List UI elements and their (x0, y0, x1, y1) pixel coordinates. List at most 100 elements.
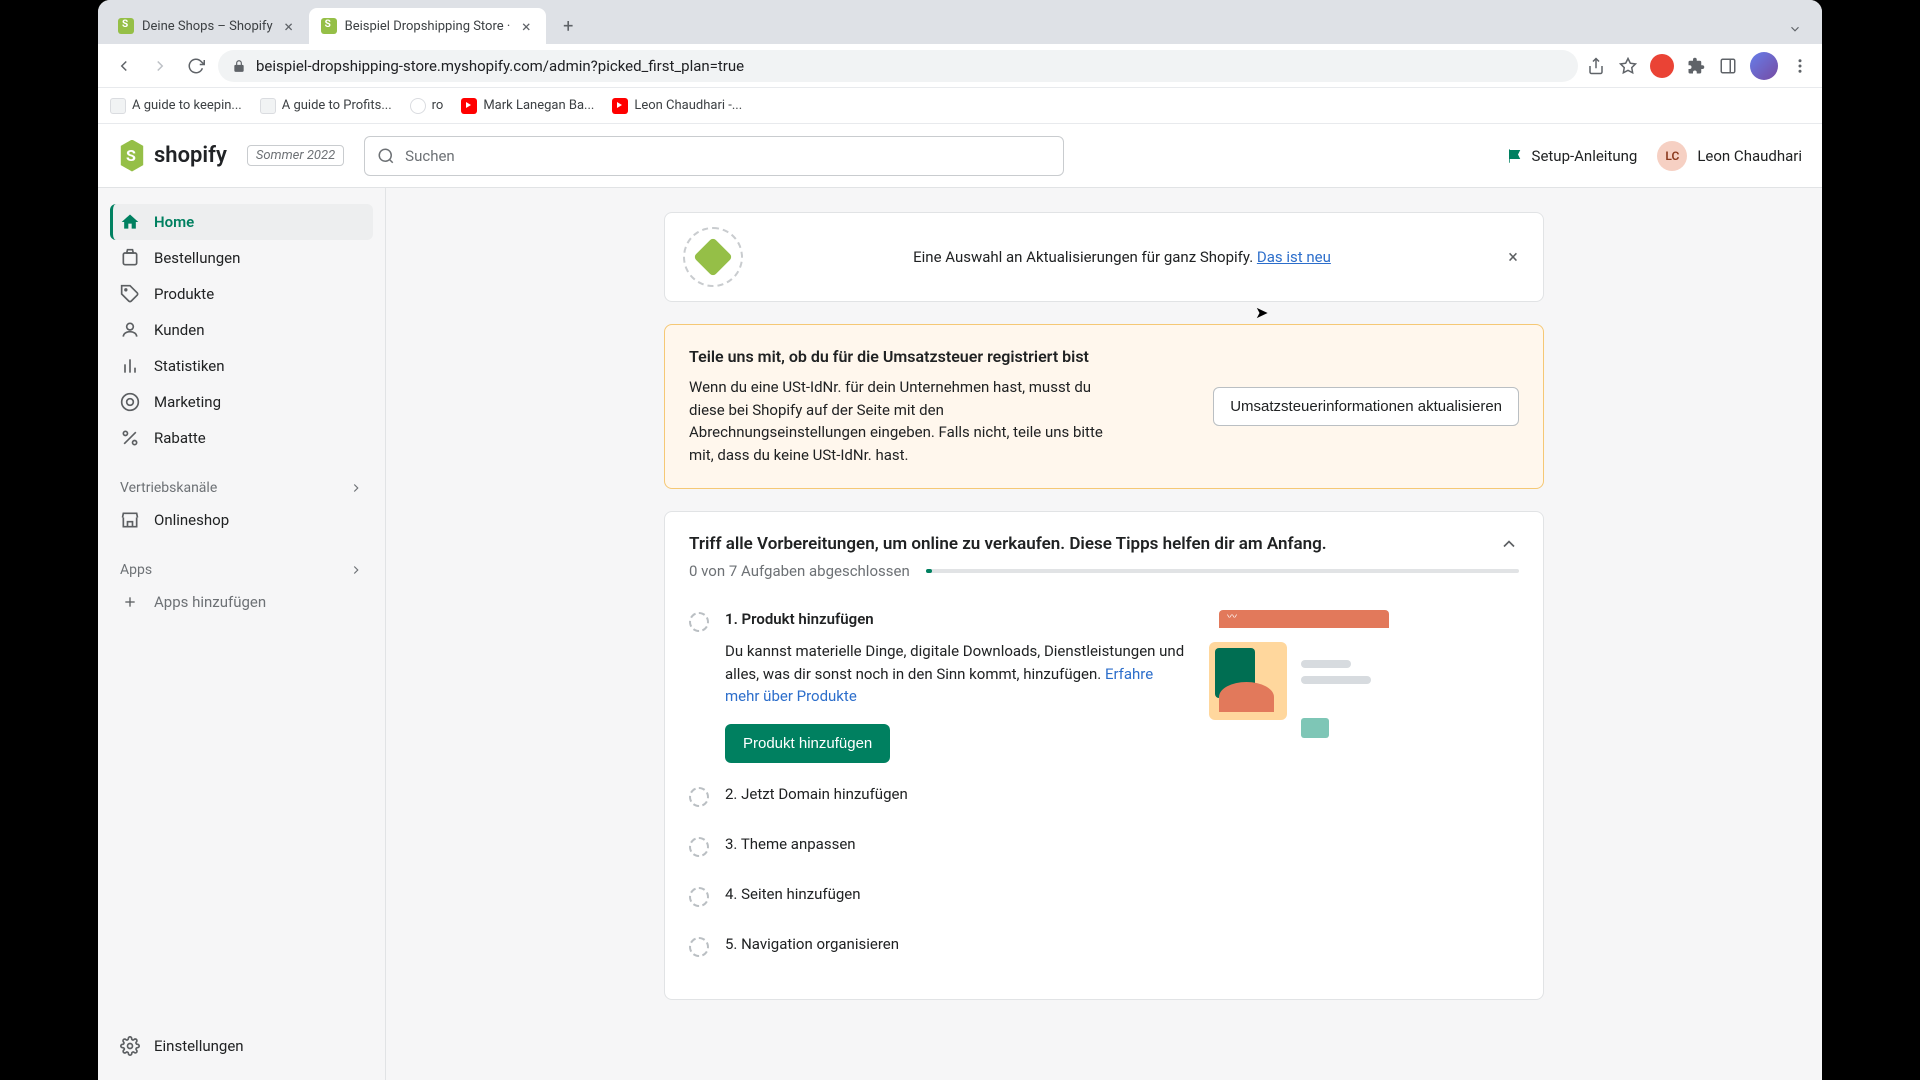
tabs-dropdown-icon[interactable] (1776, 22, 1814, 36)
task-bullet-icon (689, 837, 709, 857)
task-title: 3. Theme anpassen (725, 835, 856, 857)
setup-guide-link[interactable]: Setup-Anleitung (1506, 147, 1638, 165)
setup-task[interactable]: 1. Produkt hinzufügen Du kannst materiel… (689, 602, 1519, 771)
task-bullet-icon (689, 937, 709, 957)
url-text: beispiel-dropshipping-store.myshopify.co… (256, 57, 744, 75)
share-icon[interactable] (1586, 56, 1606, 76)
discounts-icon (120, 428, 140, 448)
search-placeholder: Suchen (405, 147, 455, 165)
extensions-icon[interactable] (1686, 56, 1706, 76)
sidebar-section-channels[interactable]: Vertriebskanäle (110, 474, 373, 502)
url-field[interactable]: beispiel-dropshipping-store.myshopify.co… (218, 50, 1578, 82)
search-icon (377, 147, 395, 165)
browser-tabs-bar: Deine Shops – Shopify × Beispiel Dropshi… (98, 0, 1822, 44)
analytics-icon (120, 356, 140, 376)
shopify-header: shopify Sommer 2022 Suchen Setup-Anleitu… (98, 124, 1822, 188)
sidebar-item-orders[interactable]: Bestellungen (110, 240, 373, 276)
address-bar: beispiel-dropshipping-store.myshopify.co… (98, 44, 1822, 88)
favicon-shopify-icon (118, 18, 134, 34)
sidebar-item-discounts[interactable]: Rabatte (110, 420, 373, 456)
setup-task[interactable]: 3. Theme anpassen (689, 821, 1519, 871)
browser-tab-active[interactable]: Beispiel Dropshipping Store · × (309, 8, 547, 44)
bookmark-item[interactable]: Leon Chaudhari -... (612, 98, 742, 114)
banner-link[interactable]: Das ist neu (1257, 248, 1331, 266)
tax-card-description: Wenn du eine USt-IdNr. für dein Unterneh… (689, 376, 1119, 466)
site-icon (410, 98, 426, 114)
setup-task[interactable]: 4. Seiten hinzufügen (689, 871, 1519, 921)
tab-title: Beispiel Dropshipping Store · (345, 19, 511, 34)
orders-icon (120, 248, 140, 268)
sidebar-item-settings[interactable]: Einstellungen (110, 1028, 373, 1064)
search-input[interactable]: Suchen (364, 136, 1064, 176)
tab-close-icon[interactable]: × (518, 18, 534, 34)
browser-menu-icon[interactable] (1790, 56, 1810, 76)
user-menu[interactable]: LC Leon Chaudhari (1657, 141, 1802, 171)
doc-icon (260, 98, 276, 114)
sidebar-section-apps[interactable]: Apps (110, 556, 373, 584)
sidebar-item-marketing[interactable]: Marketing (110, 384, 373, 420)
bookmark-item[interactable]: ro (410, 98, 444, 114)
task-title: 1. Produkt hinzufügen (725, 610, 1185, 628)
sidebar-item-onlineshop[interactable]: Onlineshop (110, 502, 373, 538)
sidebar-add-apps[interactable]: Apps hinzufügen (110, 584, 373, 620)
progress-text: 0 von 7 Aufgaben abgeschlossen (689, 562, 910, 580)
customers-icon (120, 320, 140, 340)
task-bullet-icon (689, 612, 709, 632)
setup-title: Triff alle Vorbereitungen, um online zu … (689, 534, 1327, 554)
editions-badge-icon (683, 227, 743, 287)
nav-forward-button[interactable] (146, 52, 174, 80)
tab-title: Deine Shops – Shopify (142, 19, 273, 34)
nav-reload-button[interactable] (182, 52, 210, 80)
banner-text: Eine Auswahl an Aktualisierungen für gan… (759, 248, 1485, 266)
tax-card: Teile uns mit, ob du für die Umsatzsteue… (664, 324, 1544, 489)
add-product-button[interactable]: Produkt hinzufügen (725, 724, 890, 763)
setup-card: Triff alle Vorbereitungen, um online zu … (664, 511, 1544, 1000)
logo-text: shopify (154, 143, 227, 168)
bookmark-item[interactable]: Mark Lanegan Ba... (461, 98, 594, 114)
setup-task[interactable]: 2. Jetzt Domain hinzufügen (689, 771, 1519, 821)
marketing-icon (120, 392, 140, 412)
browser-tab[interactable]: Deine Shops – Shopify × (106, 8, 309, 44)
sidebar-item-home[interactable]: Home (110, 204, 373, 240)
task-title: 2. Jetzt Domain hinzufügen (725, 785, 908, 807)
task-illustration (1209, 610, 1409, 740)
setup-task[interactable]: 5. Navigation organisieren (689, 921, 1519, 971)
profile-avatar[interactable] (1750, 52, 1778, 80)
new-tab-button[interactable]: + (554, 12, 582, 40)
youtube-icon (461, 98, 477, 114)
sidebar-item-customers[interactable]: Kunden (110, 312, 373, 348)
task-bullet-icon (689, 887, 709, 907)
user-name: Leon Chaudhari (1697, 147, 1802, 165)
progress-bar (926, 569, 1519, 573)
youtube-icon (612, 98, 628, 114)
sidebar-item-analytics[interactable]: Statistiken (110, 348, 373, 384)
shopify-logo[interactable]: shopify (118, 140, 227, 172)
chevron-right-icon (349, 481, 363, 495)
tab-close-icon[interactable]: × (281, 18, 297, 34)
banner-close-button[interactable]: × (1501, 245, 1525, 269)
update-tax-button[interactable]: Umsatzsteuerinformationen aktualisieren (1213, 387, 1519, 426)
products-icon (120, 284, 140, 304)
flag-icon (1506, 147, 1524, 165)
task-bullet-icon (689, 787, 709, 807)
gear-icon (120, 1036, 140, 1056)
doc-icon (110, 98, 126, 114)
task-description: Du kannst materielle Dinge, digitale Dow… (725, 640, 1185, 708)
sidebar-item-products[interactable]: Produkte (110, 276, 373, 312)
sidepanel-icon[interactable] (1718, 56, 1738, 76)
bookmark-item[interactable]: A guide to keepin... (110, 98, 242, 114)
tax-card-title: Teile uns mit, ob du für die Umsatzsteue… (689, 347, 1119, 366)
bookmark-star-icon[interactable] (1618, 56, 1638, 76)
extension-badge-icon[interactable] (1650, 54, 1674, 78)
bookmark-item[interactable]: A guide to Profits... (260, 98, 392, 114)
edition-badge[interactable]: Sommer 2022 (247, 145, 344, 166)
bookmarks-bar: A guide to keepin... A guide to Profits.… (98, 88, 1822, 124)
nav-back-button[interactable] (110, 52, 138, 80)
shopify-logo-icon (118, 140, 146, 172)
task-title: 4. Seiten hinzufügen (725, 885, 861, 907)
task-title: 5. Navigation organisieren (725, 935, 899, 957)
collapse-button[interactable] (1499, 534, 1519, 554)
chevron-right-icon (349, 563, 363, 577)
editions-banner: Eine Auswahl an Aktualisierungen für gan… (664, 212, 1544, 302)
sidebar: Home Bestellungen Produkte Kunden Statis… (98, 188, 386, 1080)
